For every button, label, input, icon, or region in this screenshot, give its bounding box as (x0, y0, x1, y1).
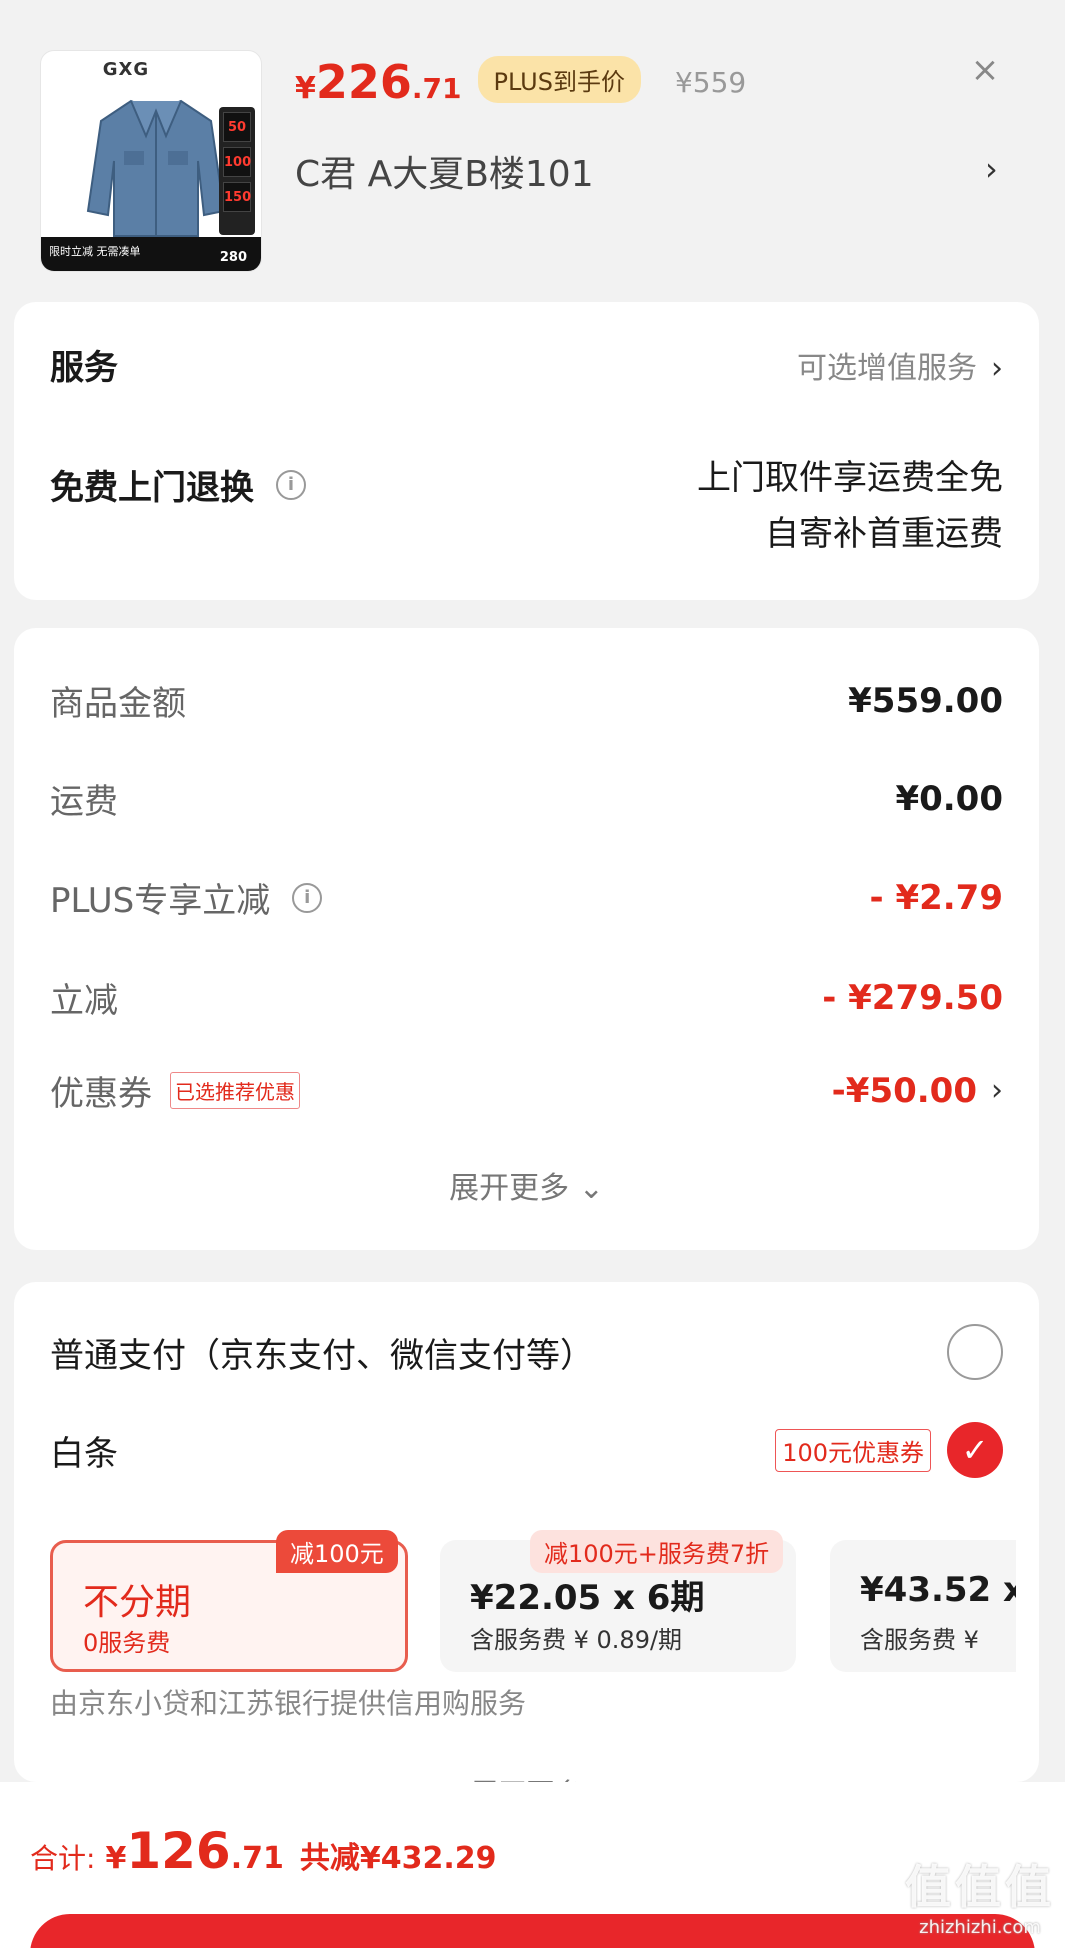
info-icon[interactable]: i (292, 882, 323, 913)
site-watermark: 值值值 zhizhizhi.com (905, 1851, 1055, 1938)
denim-jacket-image (86, 99, 226, 237)
thumb-brand: GXG (102, 59, 150, 80)
service-title: 服务 (50, 348, 118, 388)
instant-discount-row: 立减 - ¥279.50 (50, 973, 1003, 1022)
service-card: 服务 可选增值服务 › 免费上门退换 i 上门取件享运费全免 自寄补首重运费 (14, 302, 1039, 600)
plan-fee: 含服务费 ¥ 0.89/期 (470, 1626, 683, 1654)
shipping-value: ¥0.00 (895, 778, 1003, 819)
coupon-selected-tag: 已选推荐优惠 (170, 1072, 300, 1109)
plan-fee: 含服务费 ¥ (860, 1626, 979, 1654)
total-amount: 合计: ¥ 126 .71 共减¥432.29 (30, 1822, 496, 1880)
plan-title: ¥22.05 x 6期 (470, 1578, 705, 1618)
order-confirm-sheet: GXG 50 100 150 限时立减 无需凑单 280 ¥226.71 PLU… (0, 0, 1065, 1948)
product-header: GXG 50 100 150 限时立减 无需凑单 280 ¥226.71 PLU… (0, 0, 1065, 300)
optional-service-link[interactable]: 可选增值服务 › (797, 343, 1003, 387)
plan-ribbon: 减100元+服务费7折 (530, 1530, 784, 1573)
normal-pay-row[interactable]: 普通支付（京东支付、微信支付等） (50, 1324, 1003, 1380)
normal-pay-radio[interactable] (947, 1324, 1003, 1380)
checkout-bar: 合计: ¥ 126 .71 共减¥432.29 值值值 zhizhizhi.co… (0, 1782, 1065, 1948)
plus-price-tag: PLUS到手价 (477, 56, 641, 103)
thumb-promo-bar: 限时立减 无需凑单 280 (41, 237, 261, 271)
thumb-bar-text: 限时立减 无需凑单 (49, 245, 141, 258)
plan-title: ¥43.52 x (860, 1570, 1016, 1610)
thumb-promo-stack: 50 100 150 (219, 107, 255, 235)
plus-discount-value: - ¥2.79 (869, 877, 1004, 918)
credit-provider-note: 由京东小贷和江苏银行提供信用购服务 (50, 1687, 527, 1720)
plan-12-installments[interactable]: ¥43.52 x 含服务费 ¥ (830, 1540, 1016, 1672)
plus-discount-label: PLUS专享立减 (50, 881, 271, 921)
info-icon[interactable]: i (276, 469, 306, 500)
shipping-address[interactable]: C君 A大夏B楼101 (295, 145, 594, 197)
price-symbol: ¥ (295, 71, 316, 106)
total-dec: .71 (230, 1841, 284, 1876)
free-return-row: 免费上门退换 i 上门取件享运费全免 自寄补首重运费 (50, 450, 1003, 562)
total-symbol: ¥ (105, 1841, 127, 1876)
free-return-label: 免费上门退换 (50, 468, 254, 508)
promo-50: 50 (223, 112, 251, 142)
plan-title: 不分期 (83, 1582, 192, 1623)
baitiao-row[interactable]: 白条 100元优惠券 ✓ (50, 1422, 1003, 1478)
fee-breakdown-card: 商品金额 ¥559.00 运费 ¥0.00 PLUS专享立减 i - ¥2.79… (14, 628, 1039, 1250)
coupon-label: 优惠券 (50, 1074, 152, 1114)
close-icon[interactable]: × (970, 53, 1000, 87)
promo-150: 150 (223, 182, 251, 212)
product-thumbnail[interactable]: GXG 50 100 150 限时立减 无需凑单 280 (40, 50, 262, 272)
plan-fee: 0服务费 (83, 1629, 171, 1657)
price-dec: .71 (411, 72, 462, 105)
goods-amount-row: 商品金额 ¥559.00 (50, 676, 1003, 725)
chevron-right-icon: › (991, 350, 1003, 386)
coupon-row[interactable]: 优惠券 已选推荐优惠 -¥50.00 › (50, 1066, 1003, 1115)
submit-order-button[interactable] (30, 1914, 1035, 1948)
chevron-right-icon: › (991, 1073, 1003, 1108)
plus-discount-row: PLUS专享立减 i - ¥2.79 (50, 873, 1003, 922)
instant-discount-value: - ¥279.50 (822, 977, 1003, 1018)
free-return-details: 上门取件享运费全免 自寄补首重运费 (697, 450, 1003, 562)
goods-amount-label: 商品金额 (50, 684, 186, 724)
total-saved: 共减¥432.29 (299, 1841, 497, 1876)
baitiao-coupon-badge: 100元优惠券 (775, 1428, 931, 1472)
total-label: 合计: (30, 1842, 96, 1875)
goods-amount-value: ¥559.00 (848, 680, 1003, 721)
thumb-bar-num: 280 (219, 250, 247, 265)
shipping-row: 运费 ¥0.00 (50, 774, 1003, 823)
price-row: ¥226.71 PLUS到手价 ¥559 (295, 55, 746, 115)
price-int: 226 (315, 55, 412, 109)
promo-100: 100 (223, 147, 251, 177)
original-price: ¥559 (674, 66, 747, 99)
baitiao-label: 白条 (50, 1433, 118, 1474)
check-icon[interactable]: ✓ (947, 1422, 1003, 1478)
installment-plans: 不分期 0服务费 减100元 ¥22.05 x 6期 含服务费 ¥ 0.89/期… (50, 1530, 1016, 1672)
coupon-value: -¥50.00 (831, 1070, 977, 1111)
shipping-label: 运费 (50, 782, 118, 822)
expand-more-button[interactable]: 展开更多 ⌄ (14, 1163, 1039, 1207)
watermark-url: zhizhizhi.com (919, 1917, 1041, 1938)
optional-service-label: 可选增值服务 (797, 350, 977, 386)
instant-discount-label: 立减 (50, 981, 118, 1021)
return-detail-line2: 自寄补首重运费 (765, 514, 1003, 554)
normal-pay-label: 普通支付（京东支付、微信支付等） (50, 1335, 594, 1376)
final-price: ¥226.71 (295, 55, 462, 109)
plan-ribbon: 减100元 (276, 1530, 398, 1573)
total-int: 126 (126, 1822, 231, 1880)
watermark-logo: 值值值 (905, 1860, 1055, 1914)
service-header-row[interactable]: 服务 可选增值服务 › (50, 340, 1003, 389)
return-detail-line1: 上门取件享运费全免 (697, 458, 1003, 498)
chevron-right-icon[interactable]: › (985, 150, 998, 188)
payment-card: 普通支付（京东支付、微信支付等） 白条 100元优惠券 ✓ 不分期 0服务费 减… (14, 1282, 1039, 1810)
